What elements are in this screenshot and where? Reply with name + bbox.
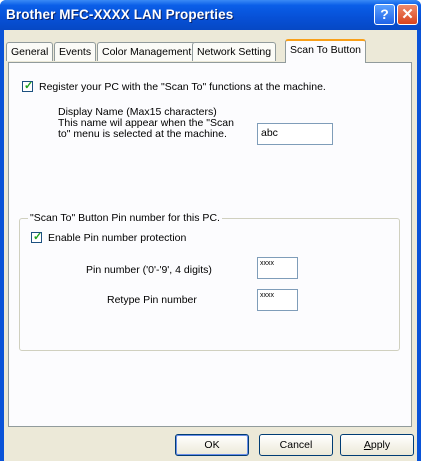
tab-color-management[interactable]: Color Management — [97, 42, 197, 61]
retype-pin-label: Retype Pin number — [107, 294, 197, 306]
register-pc-label: Register your PC with the "Scan To" func… — [39, 81, 326, 93]
checkmark-icon: ✓ — [33, 231, 43, 243]
pin-number-input[interactable]: xxxx — [257, 257, 298, 279]
display-name-hint-line2: to" menu is selected at the machine. — [58, 128, 227, 140]
apply-button[interactable]: Apply — [340, 434, 414, 456]
tab-panel-scan-to-button: ✓ Register your PC with the "Scan To" fu… — [8, 62, 412, 427]
checkmark-icon: ✓ — [24, 80, 34, 92]
dialog-body: General Events Color Management Network … — [4, 30, 417, 461]
window-title: Brother MFC-XXXX LAN Properties — [6, 7, 234, 22]
tab-network-setting[interactable]: Network Setting — [192, 42, 277, 61]
cancel-button[interactable]: Cancel — [259, 434, 333, 456]
display-name-input[interactable]: abc — [257, 123, 333, 145]
apply-label: pply — [370, 439, 391, 451]
apply-mnemonic: A — [363, 439, 371, 451]
register-pc-checkbox[interactable]: ✓ — [22, 80, 34, 92]
dialog-window: Brother MFC-XXXX LAN Properties ? ✕ Gene… — [0, 0, 421, 461]
tab-general[interactable]: General — [6, 42, 54, 61]
pin-number-group: "Scan To" Button Pin number for this PC.… — [19, 212, 400, 351]
enable-pin-checkbox[interactable]: ✓ — [31, 231, 43, 243]
close-icon[interactable]: ✕ — [397, 4, 418, 25]
pin-group-title: "Scan To" Button Pin number for this PC. — [28, 212, 222, 224]
tab-scan-to-button[interactable]: Scan To Button — [285, 39, 367, 63]
title-bar[interactable]: Brother MFC-XXXX LAN Properties ? ✕ — [0, 0, 421, 30]
tab-events[interactable]: Events — [54, 42, 97, 61]
retype-pin-input[interactable]: xxxx — [257, 289, 298, 311]
ok-button[interactable]: OK — [175, 434, 249, 456]
help-icon[interactable]: ? — [374, 4, 395, 25]
pin-number-label: Pin number ('0'-'9', 4 digits) — [86, 264, 212, 276]
enable-pin-label: Enable Pin number protection — [48, 232, 187, 244]
